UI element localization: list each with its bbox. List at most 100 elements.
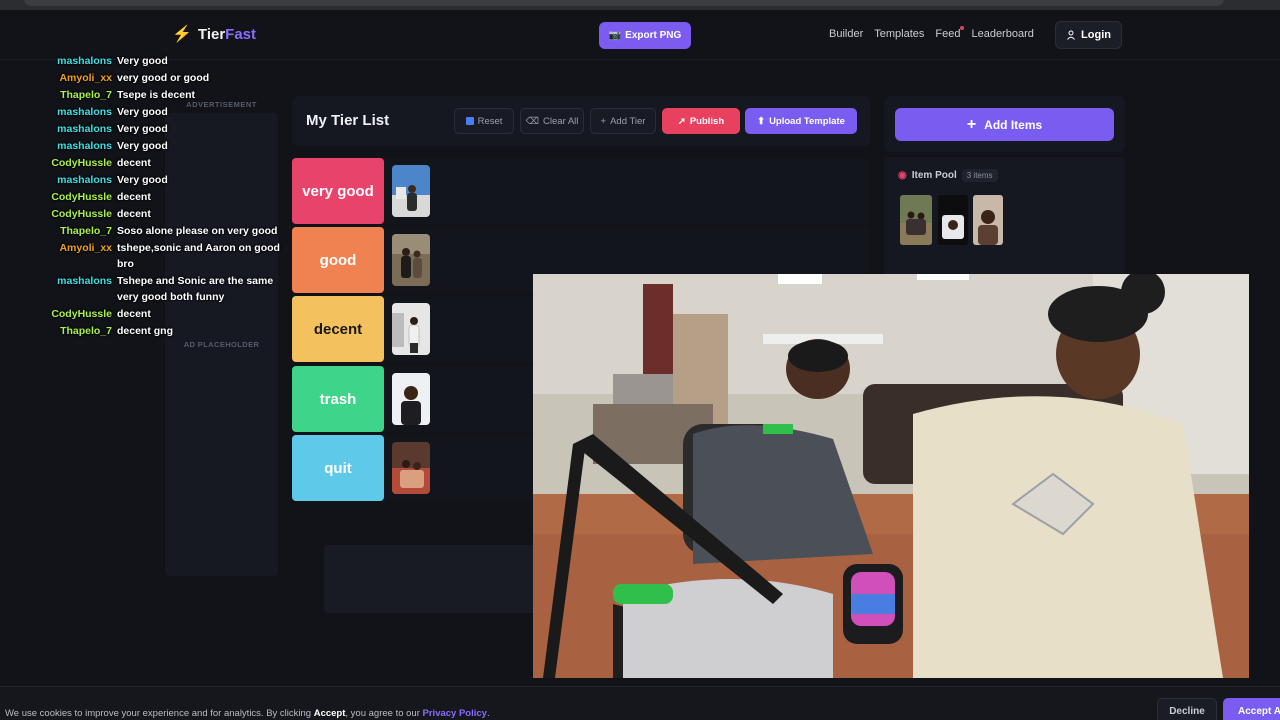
clear-all-label: Clear All — [543, 115, 579, 127]
trash-icon: ⌫ — [525, 115, 540, 127]
chat-username: Thapelo_7 — [60, 325, 112, 337]
cookie-banner: We use cookies to improve your experienc… — [0, 686, 1280, 720]
tier-row-very-good[interactable]: very good — [292, 158, 870, 224]
pool-item-image[interactable] — [938, 195, 968, 245]
logo[interactable]: ⚡ TierFast — [172, 24, 256, 44]
chat-text: decent — [117, 191, 151, 203]
chat-text: decent — [117, 208, 151, 220]
rocket-icon: ➚ — [677, 115, 686, 127]
bolt-icon: ⚡ — [172, 26, 192, 43]
page-title: My Tier List — [306, 112, 390, 129]
chat-username: mashalons — [57, 174, 112, 186]
chat-text: decent gng — [117, 325, 174, 337]
item-count-badge: 3 items — [961, 169, 998, 182]
chat-username: mashalons — [57, 123, 112, 135]
chat-text: Very good — [117, 123, 168, 135]
plus-icon: + — [600, 115, 607, 127]
chat-text: decent — [117, 308, 151, 320]
chat-username: mashalons — [57, 106, 112, 118]
nav-feed[interactable]: Feed — [935, 26, 965, 40]
empty-panel — [324, 545, 536, 613]
camera-icon: 📷 — [608, 30, 622, 41]
export-png-label: Export PNG — [625, 30, 682, 41]
chat-text: decent — [117, 157, 151, 169]
chat-username: Amyoli_xx — [59, 242, 112, 254]
chat-text: Very good — [117, 55, 168, 67]
tier-item-image[interactable] — [392, 234, 430, 286]
app-header: ⚡ TierFast 📷 Export PNG Builder Template… — [0, 10, 1280, 60]
chat-username: Thapelo_7 — [60, 225, 112, 237]
webcam-overlay — [533, 274, 1249, 678]
reset-label: Reset — [477, 115, 503, 127]
chat-text: tshepe,sonic and Aaron on good — [117, 242, 280, 254]
screen: ⚡ TierFast 📷 Export PNG Builder Template… — [0, 0, 1280, 720]
item-pool-panel: ◉ Item Pool 3 items — [884, 157, 1125, 277]
chat-username: CodyHussle — [51, 191, 112, 203]
nav-templates[interactable]: Templates — [874, 28, 924, 40]
nav-leaderboard[interactable]: Leaderboard — [971, 28, 1033, 40]
publish-label: Publish — [689, 115, 725, 127]
chat-text: Tshepe and Sonic are the same — [117, 275, 274, 287]
chat-text: Tsepe is decent — [117, 89, 196, 101]
publish-button[interactable]: ➚ Publish — [662, 108, 740, 134]
chat-username: CodyHussle — [51, 157, 112, 169]
tier-label[interactable]: trash — [292, 366, 384, 432]
add-tier-button[interactable]: + Add Tier — [590, 108, 656, 134]
browser-toolbar — [0, 0, 1280, 10]
clear-all-button[interactable]: ⌫ Clear All — [520, 108, 584, 134]
privacy-policy-link[interactable]: Privacy Policy — [423, 708, 487, 719]
tier-label[interactable]: decent — [292, 296, 384, 362]
add-items-label: Add Items — [984, 117, 1043, 132]
nav-feed-label: Feed — [935, 28, 961, 40]
upload-icon: ⬆ — [757, 115, 766, 127]
notification-dot — [960, 26, 965, 30]
upload-template-button[interactable]: ⬆ Upload Template — [745, 108, 857, 134]
chat-text: bro — [117, 258, 134, 270]
chat-text: Soso alone please on very good — [117, 225, 278, 237]
cookie-message: We use cookies to improve your experienc… — [5, 708, 490, 719]
add-items-button[interactable]: + Add Items — [895, 108, 1114, 141]
tier-item-image[interactable] — [392, 165, 430, 217]
item-pool-header: ◉ Item Pool 3 items — [898, 169, 998, 182]
chat-username: CodyHussle — [51, 208, 112, 220]
tier-item-image[interactable] — [392, 303, 430, 355]
add-tier-label: Add Tier — [610, 115, 646, 127]
main-nav: Builder Templates Feed Leaderboard — [829, 26, 1034, 40]
tier-label[interactable]: good — [292, 227, 384, 293]
chat-username: mashalons — [57, 55, 112, 67]
tier-list-toolbar: My Tier List Reset ⌫ Clear All + Add Tier … — [292, 96, 870, 146]
tier-label[interactable]: quit — [292, 435, 384, 501]
pool-item-image[interactable] — [900, 195, 932, 245]
accept-button[interactable]: Accept A — [1223, 698, 1280, 720]
login-label: Login — [1081, 29, 1111, 41]
chat-username: Amyoli_xx — [59, 72, 112, 84]
export-png-button[interactable]: 📷 Export PNG — [599, 22, 691, 49]
logo-text: TierFast — [197, 25, 257, 43]
item-pool-title: Item Pool — [911, 170, 957, 181]
chat-username: mashalons — [57, 140, 112, 152]
tier-item-image[interactable] — [392, 442, 430, 494]
tier-item-image[interactable] — [392, 373, 430, 425]
nav-builder[interactable]: Builder — [829, 28, 863, 40]
chat-username: CodyHussle — [51, 308, 112, 320]
reset-icon — [465, 117, 474, 125]
chat-text: Very good — [117, 140, 168, 152]
webcam-feed-image — [533, 274, 1249, 678]
chat-username: mashalons — [57, 275, 112, 287]
upload-template-label: Upload Template — [769, 115, 845, 127]
ad-placeholder: AD PLACEHOLDER — [183, 340, 260, 349]
login-button[interactable]: Login — [1055, 21, 1122, 49]
chat-username: Thapelo_7 — [60, 89, 112, 101]
reset-button[interactable]: Reset — [454, 108, 514, 134]
chat-text: Very good — [117, 106, 168, 118]
tier-label[interactable]: very good — [292, 158, 384, 224]
user-icon — [1067, 30, 1075, 40]
pool-item-image[interactable] — [973, 195, 1003, 245]
chat-text: very good both funny — [117, 291, 225, 303]
add-items-panel: + Add Items — [884, 96, 1125, 152]
chat-text: Very good — [117, 174, 168, 186]
target-icon: ◉ — [898, 170, 907, 181]
plus-icon: + — [966, 115, 977, 133]
address-bar[interactable] — [24, 0, 1224, 6]
decline-button[interactable]: Decline — [1157, 698, 1217, 720]
